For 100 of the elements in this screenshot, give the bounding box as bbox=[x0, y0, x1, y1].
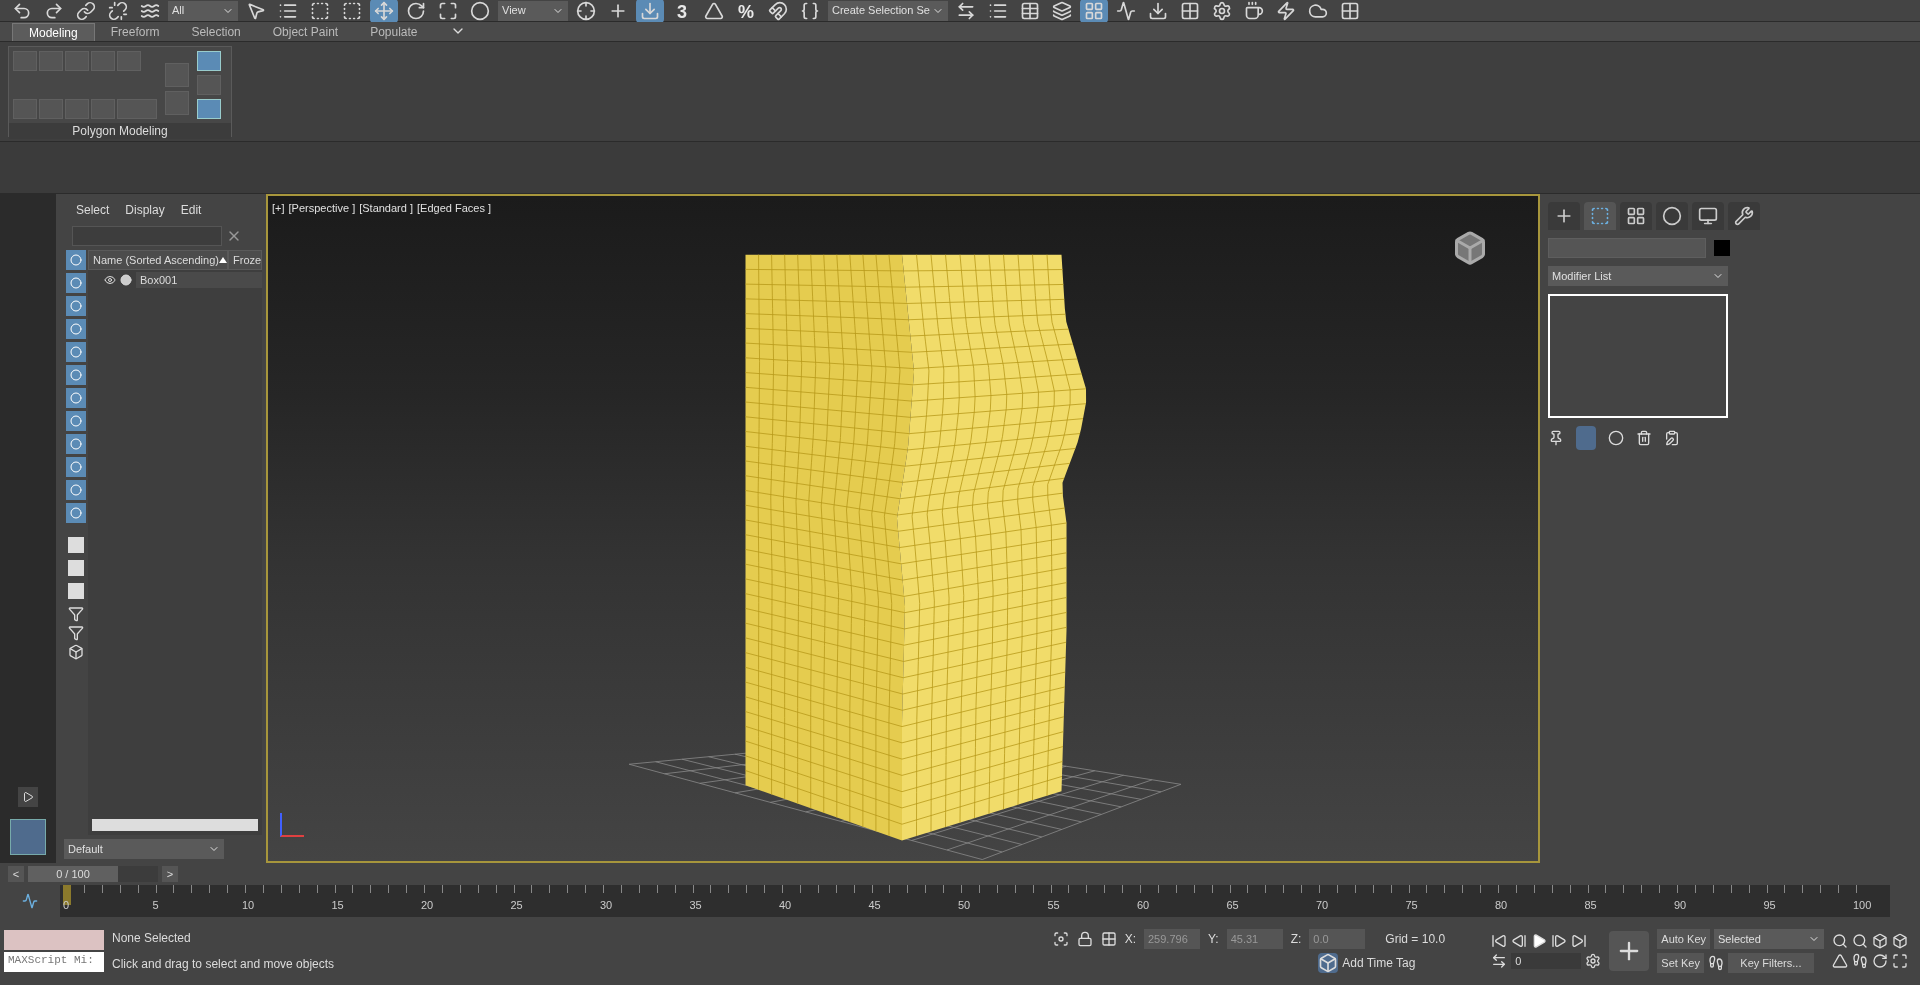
wrench-icon bbox=[1734, 206, 1754, 226]
snap-toggle[interactable]: 3 bbox=[668, 0, 696, 23]
go-to-start-icon[interactable] bbox=[1491, 933, 1508, 949]
timeline-ruler[interactable]: 0 5 10 15 20 25 30 35 40 45 50 55 60 65 70 75 80 85 90 95 100 bbox=[60, 885, 1890, 917]
viewport-menu-label[interactable]: [Perspective ] bbox=[288, 200, 356, 217]
layer-dropdown[interactable]: Default bbox=[64, 839, 224, 859]
frame-number: 20 bbox=[421, 898, 434, 913]
ribbon-tab[interactable]: Freeform bbox=[94, 23, 176, 41]
maxscript-listener-field[interactable]: MAXScript Mi: bbox=[4, 952, 104, 972]
filter-toggle[interactable] bbox=[66, 319, 86, 339]
walk-through-icon[interactable] bbox=[1852, 953, 1868, 969]
frame-number: 15 bbox=[331, 898, 344, 913]
play-icon[interactable] bbox=[1531, 933, 1548, 949]
monitor-icon bbox=[1698, 206, 1718, 226]
explorer-menu-item[interactable]: Display bbox=[125, 201, 165, 219]
filter-toggle[interactable] bbox=[66, 457, 86, 477]
lock-icon[interactable] bbox=[1076, 931, 1093, 947]
frame-number: 80 bbox=[1495, 898, 1508, 913]
explorer-menu-item[interactable]: Select bbox=[76, 201, 110, 219]
previous-key-icon[interactable] bbox=[1511, 933, 1528, 949]
filter-toggle[interactable] bbox=[66, 388, 86, 408]
listener-output-field[interactable] bbox=[4, 930, 104, 950]
ribbon-tab[interactable]: Populate bbox=[354, 23, 434, 41]
box-icon[interactable] bbox=[68, 644, 84, 660]
object-color-swatch[interactable] bbox=[1714, 240, 1730, 256]
selection-status: None Selected bbox=[112, 930, 192, 947]
command-panel-tab[interactable] bbox=[1548, 202, 1580, 230]
filter-toggle[interactable] bbox=[66, 411, 86, 431]
y-label: Y: bbox=[1208, 931, 1219, 948]
viewport-menu-label[interactable]: [Standard ] bbox=[359, 200, 413, 217]
x-label: X: bbox=[1124, 931, 1136, 948]
visibility-eye-icon[interactable] bbox=[104, 274, 116, 286]
frame-number: 40 bbox=[779, 898, 792, 913]
reference-coordinate-dropdown[interactable]: View bbox=[498, 0, 568, 21]
horizontal-scrollbar[interactable] bbox=[92, 819, 258, 831]
previous-frame-button[interactable]: < bbox=[8, 866, 24, 882]
filter-toggle[interactable] bbox=[66, 273, 86, 293]
column-header[interactable]: Froze bbox=[228, 250, 262, 270]
search-field[interactable] bbox=[72, 226, 222, 246]
named-selection-dropdown[interactable]: Create Selection Se bbox=[828, 0, 948, 21]
frame-number: 30 bbox=[600, 898, 613, 913]
ribbon-tab[interactable]: Selection bbox=[175, 23, 257, 41]
hierarchy-icon bbox=[1626, 206, 1646, 226]
selection-filter-dropdown[interactable]: All bbox=[168, 0, 238, 21]
trash-icon[interactable] bbox=[1636, 430, 1652, 446]
pin-icon[interactable] bbox=[1548, 430, 1564, 446]
frame-number: 85 bbox=[1584, 898, 1597, 913]
panel-title[interactable]: Polygon Modeling bbox=[9, 123, 231, 139]
prompt-text: Click and drag to select and move objects bbox=[112, 956, 336, 973]
filter-icon[interactable] bbox=[68, 625, 84, 641]
axis-tripod-icon bbox=[280, 813, 304, 837]
filter-toggle[interactable] bbox=[66, 480, 86, 500]
filter-toggle[interactable] bbox=[66, 503, 86, 523]
key-mode-dropdown[interactable]: Selected bbox=[1714, 929, 1824, 949]
viewport-menu-label[interactable]: [Edged Faces ] bbox=[417, 200, 491, 217]
frame-number: 50 bbox=[958, 898, 971, 913]
frame-number: 95 bbox=[1763, 898, 1776, 913]
object-name-field[interactable] bbox=[1548, 238, 1706, 258]
percent-snap-toggle[interactable]: % bbox=[732, 0, 760, 23]
frame-number: 65 bbox=[1226, 898, 1239, 913]
modifier-list-dropdown[interactable]: Modifier List bbox=[1548, 266, 1728, 286]
next-key-icon[interactable] bbox=[1551, 933, 1568, 949]
frame-number: 10 bbox=[242, 898, 255, 913]
object-row[interactable]: Box001 bbox=[136, 271, 262, 289]
filter-icon[interactable] bbox=[68, 606, 84, 622]
next-frame-button[interactable]: > bbox=[162, 866, 178, 882]
current-frame-field[interactable]: 0 bbox=[1511, 953, 1582, 969]
filter-toggle[interactable] bbox=[66, 342, 86, 362]
column-header[interactable]: Name (Sorted Ascending) bbox=[88, 250, 228, 270]
frame-number: 100 bbox=[1853, 898, 1872, 913]
set-key-button[interactable]: Set Key bbox=[1657, 953, 1704, 973]
grid-size: Grid = 10.0 bbox=[1385, 931, 1447, 948]
perspective-viewport[interactable]: [+] [Perspective ] [Standard ] [Edged Faces ] bbox=[266, 194, 1540, 863]
frame-number: 90 bbox=[1674, 898, 1687, 913]
explorer-menu-item[interactable]: Edit bbox=[180, 201, 202, 219]
filter-toggle[interactable] bbox=[66, 296, 86, 316]
viewport-menu-label[interactable]: [+] bbox=[272, 200, 285, 217]
frame-number: 25 bbox=[510, 898, 523, 913]
add-time-tag-button[interactable]: Add Time Tag bbox=[1342, 954, 1416, 972]
command-panel-tab[interactable] bbox=[1620, 202, 1652, 230]
command-panel-tab[interactable] bbox=[1656, 202, 1688, 230]
modifier-stack[interactable] bbox=[1548, 294, 1728, 418]
go-to-end-icon[interactable] bbox=[1571, 933, 1588, 949]
move-icon[interactable] bbox=[370, 0, 398, 23]
filter-toggle[interactable] bbox=[66, 365, 86, 385]
zoom-icon[interactable] bbox=[1832, 933, 1848, 949]
selection-frame-icon bbox=[1590, 206, 1610, 226]
command-panel-tab[interactable] bbox=[1692, 202, 1724, 230]
render-dot-icon[interactable] bbox=[120, 274, 132, 286]
filter-toggle[interactable] bbox=[66, 434, 86, 454]
command-panel-tab[interactable] bbox=[1584, 202, 1616, 230]
command-panel-tab[interactable] bbox=[1728, 202, 1760, 230]
time-slider-thumb[interactable]: 0 / 100 bbox=[28, 866, 118, 882]
ribbon-tab[interactable]: Object Paint bbox=[256, 23, 355, 41]
frame-number: 60 bbox=[1137, 898, 1150, 913]
auto-key-button[interactable]: Auto Key bbox=[1657, 929, 1710, 949]
key-filters-button[interactable]: Key Filters... bbox=[1727, 953, 1814, 973]
ribbon-tab[interactable]: Modeling bbox=[12, 23, 95, 41]
time-slider-track[interactable]: 0 / 100 bbox=[28, 866, 158, 882]
filter-toggle[interactable] bbox=[66, 250, 86, 270]
